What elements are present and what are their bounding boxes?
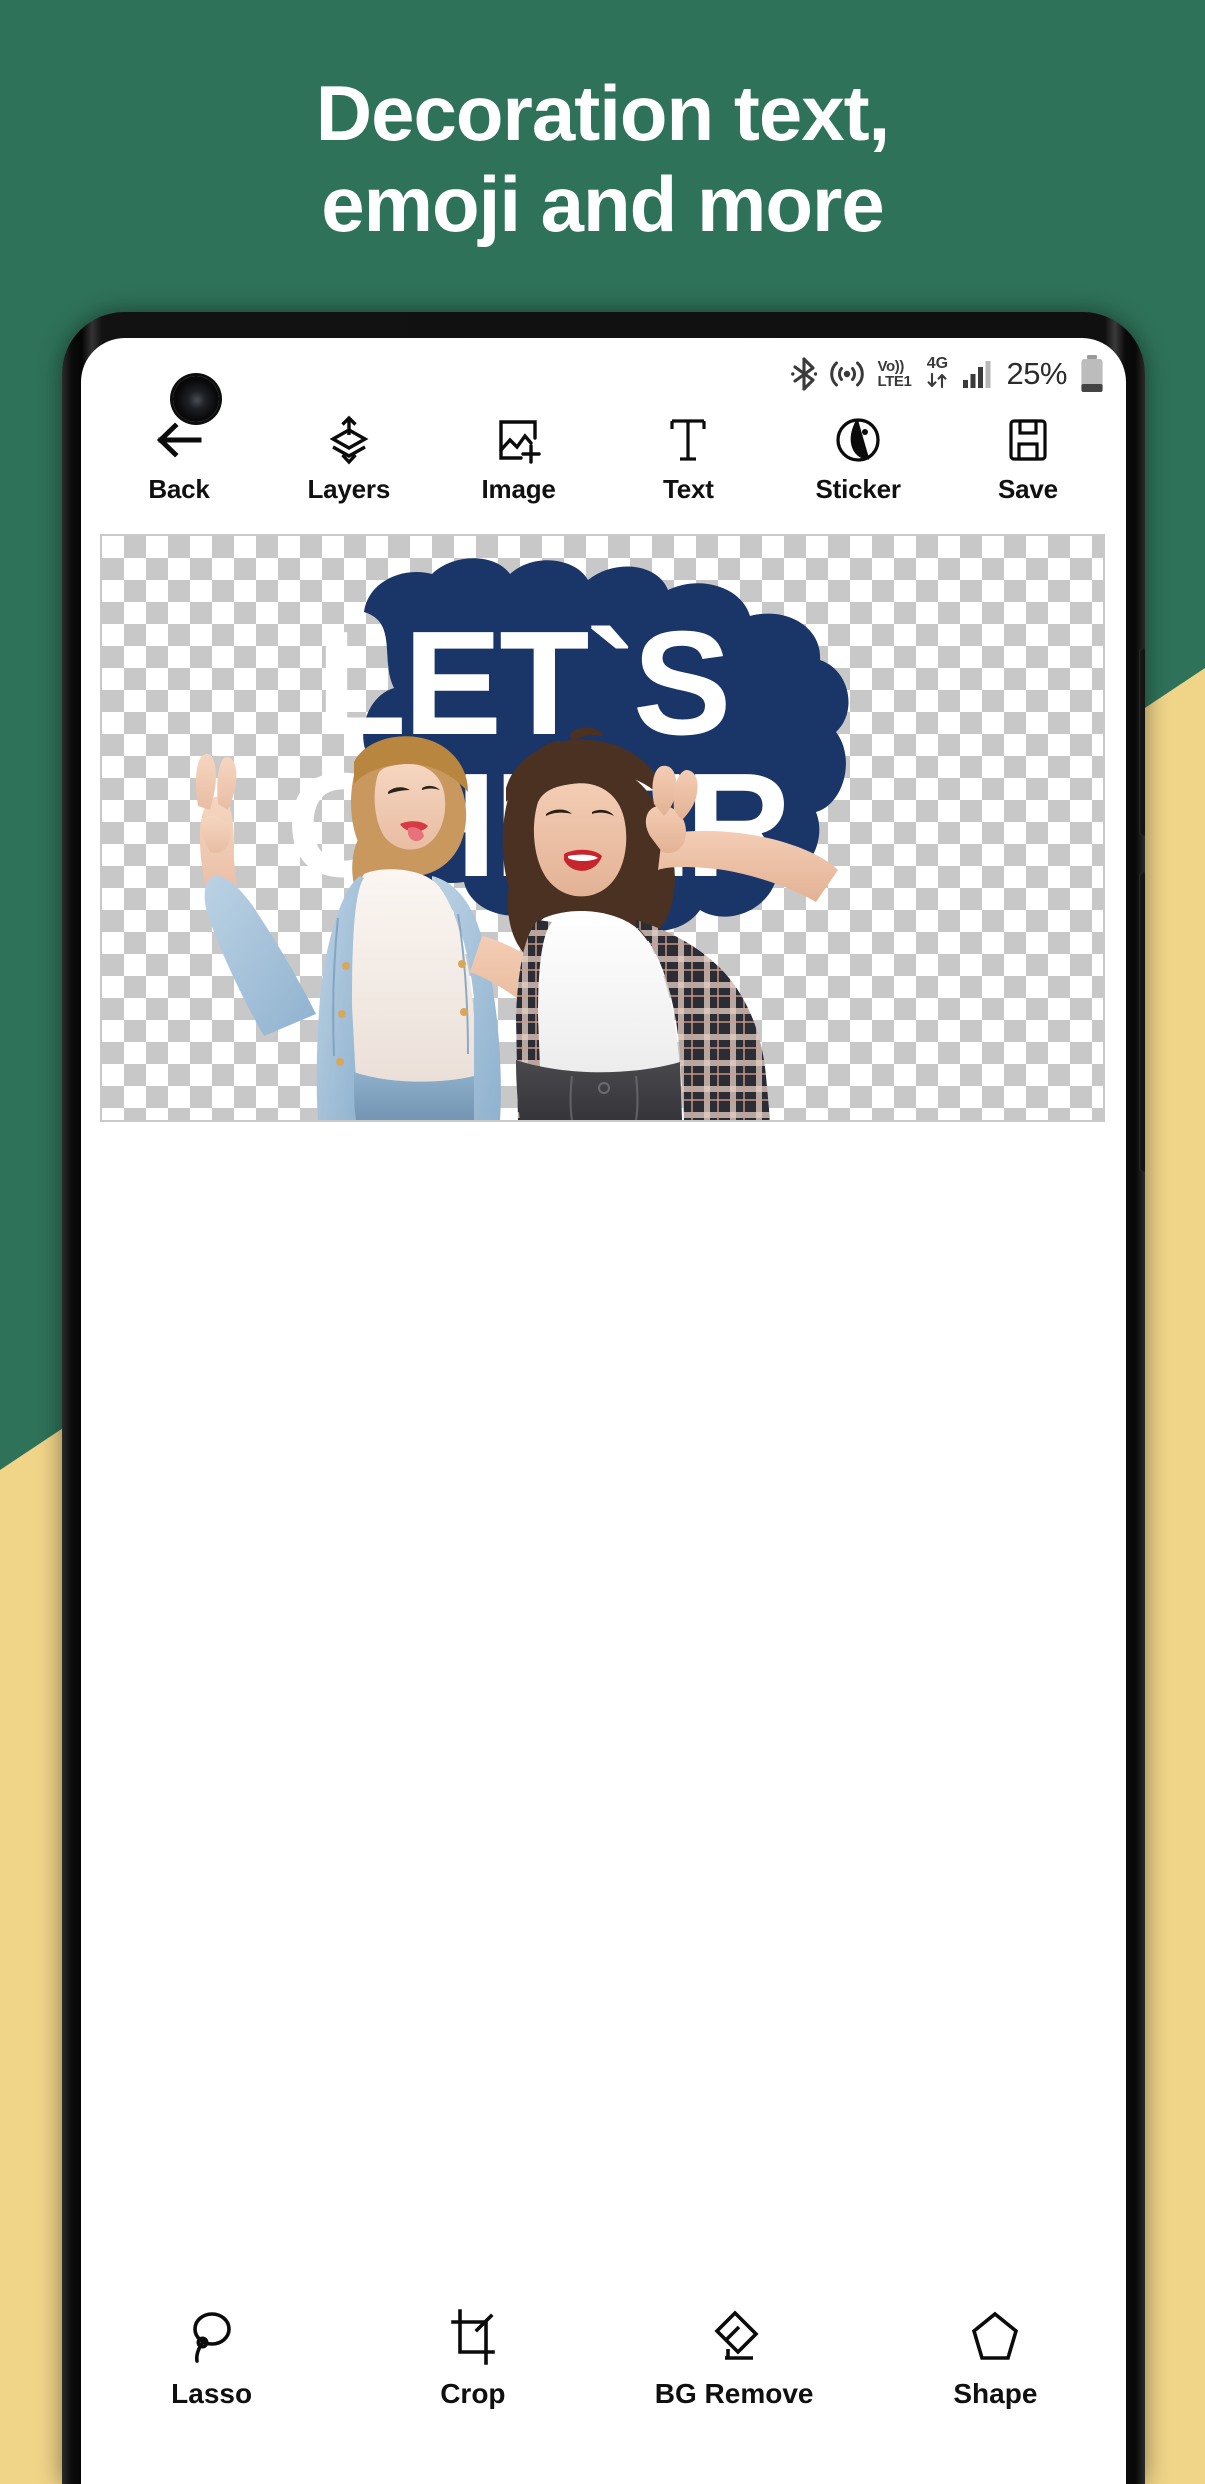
hotspot-icon [830, 359, 865, 389]
layers-button-label: Layers [307, 474, 391, 504]
text-button[interactable]: Text [614, 414, 762, 505]
floppy-save-icon [1007, 414, 1049, 466]
network-type-indicator: 4G [924, 355, 950, 392]
sticker-button-label: Sticker [815, 474, 902, 504]
status-bar: Vo)) LTE1 4G 25% [81, 338, 1126, 410]
text-t-icon [667, 414, 709, 466]
power-button[interactable] [1139, 872, 1145, 1172]
volte-label-top: Vo)) [877, 357, 904, 375]
battery-percent-label: 25% [1006, 356, 1067, 391]
image-button-label: Image [481, 474, 556, 504]
bg-remove-button-label: BG Remove [654, 2378, 814, 2409]
sticker-button[interactable]: Sticker [784, 414, 932, 505]
volume-button[interactable] [1139, 648, 1145, 836]
data-transfer-icon [924, 372, 950, 392]
eraser-icon [708, 2308, 760, 2366]
headline-line-2: emoji and more [321, 160, 884, 249]
top-toolbar: Back Layers Image Text Sticker Save [81, 414, 1126, 530]
lasso-button-label: Lasso [171, 2378, 253, 2409]
battery-icon [1080, 355, 1104, 393]
back-button[interactable]: Back [105, 414, 253, 505]
save-button-label: Save [998, 474, 1058, 504]
volte-label-bottom: LTE1 [877, 373, 912, 390]
volte-indicator: Vo)) LTE1 [877, 357, 912, 390]
shape-button-label: Shape [953, 2378, 1038, 2409]
save-button[interactable]: Save [954, 414, 1102, 505]
shape-button[interactable]: Shape [890, 2308, 1100, 2410]
image-add-icon [495, 414, 543, 466]
bg-remove-button[interactable]: BG Remove [629, 2308, 839, 2410]
crop-button[interactable]: Crop [368, 2308, 578, 2410]
back-button-label: Back [148, 474, 210, 504]
bottom-toolbar: Lasso Crop BG Remove Shape [81, 2284, 1126, 2484]
layers-icon [327, 414, 371, 466]
crop-icon [447, 2308, 499, 2366]
editor-canvas[interactable]: LET`S CHEER [100, 534, 1105, 1122]
phone-device-frame: Vo)) LTE1 4G 25% Back Layers Image Text … [62, 312, 1145, 2484]
canvas-artwork: LET`S CHEER [195, 558, 849, 1120]
image-button[interactable]: Image [445, 414, 593, 505]
network-label: 4G [926, 355, 949, 373]
svg-text:LET`S: LET`S [316, 601, 729, 766]
promo-screenshot: Decoration text, emoji and more Vo)) LTE… [0, 0, 1205, 2484]
canvas-content: LET`S CHEER [102, 536, 1103, 1120]
sticker-icon [835, 414, 881, 466]
crop-button-label: Crop [440, 2378, 506, 2409]
layers-button[interactable]: Layers [275, 414, 423, 505]
page-title: Decoration text, emoji and more [0, 68, 1205, 251]
pentagon-shape-icon [969, 2308, 1021, 2366]
arrow-left-icon [155, 414, 203, 466]
lasso-icon [186, 2308, 238, 2366]
phone-screen: Vo)) LTE1 4G 25% Back Layers Image Text … [81, 338, 1126, 2484]
text-button-label: Text [663, 474, 714, 504]
signal-bars-icon [963, 360, 993, 388]
lasso-button[interactable]: Lasso [107, 2308, 317, 2410]
bluetooth-icon [791, 357, 818, 391]
headline-line-1: Decoration text, [315, 69, 890, 157]
